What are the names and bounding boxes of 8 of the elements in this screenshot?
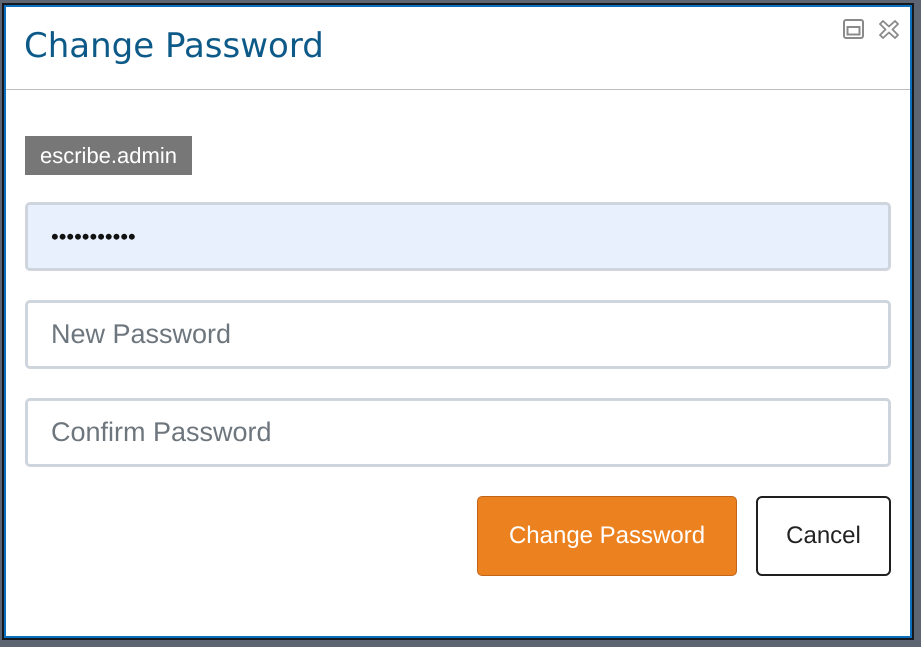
password-field[interactable]: ••••••••••• xyxy=(25,202,891,271)
cancel-button[interactable]: Cancel xyxy=(756,496,891,576)
username-label: escribe.admin xyxy=(25,136,192,175)
password-field[interactable]: Confirm Password xyxy=(25,398,891,467)
dialog-title: Change Password xyxy=(24,26,324,66)
password-field[interactable]: New Password xyxy=(25,300,891,369)
close-icon[interactable] xyxy=(879,20,899,38)
maximize-icon[interactable] xyxy=(843,19,864,39)
